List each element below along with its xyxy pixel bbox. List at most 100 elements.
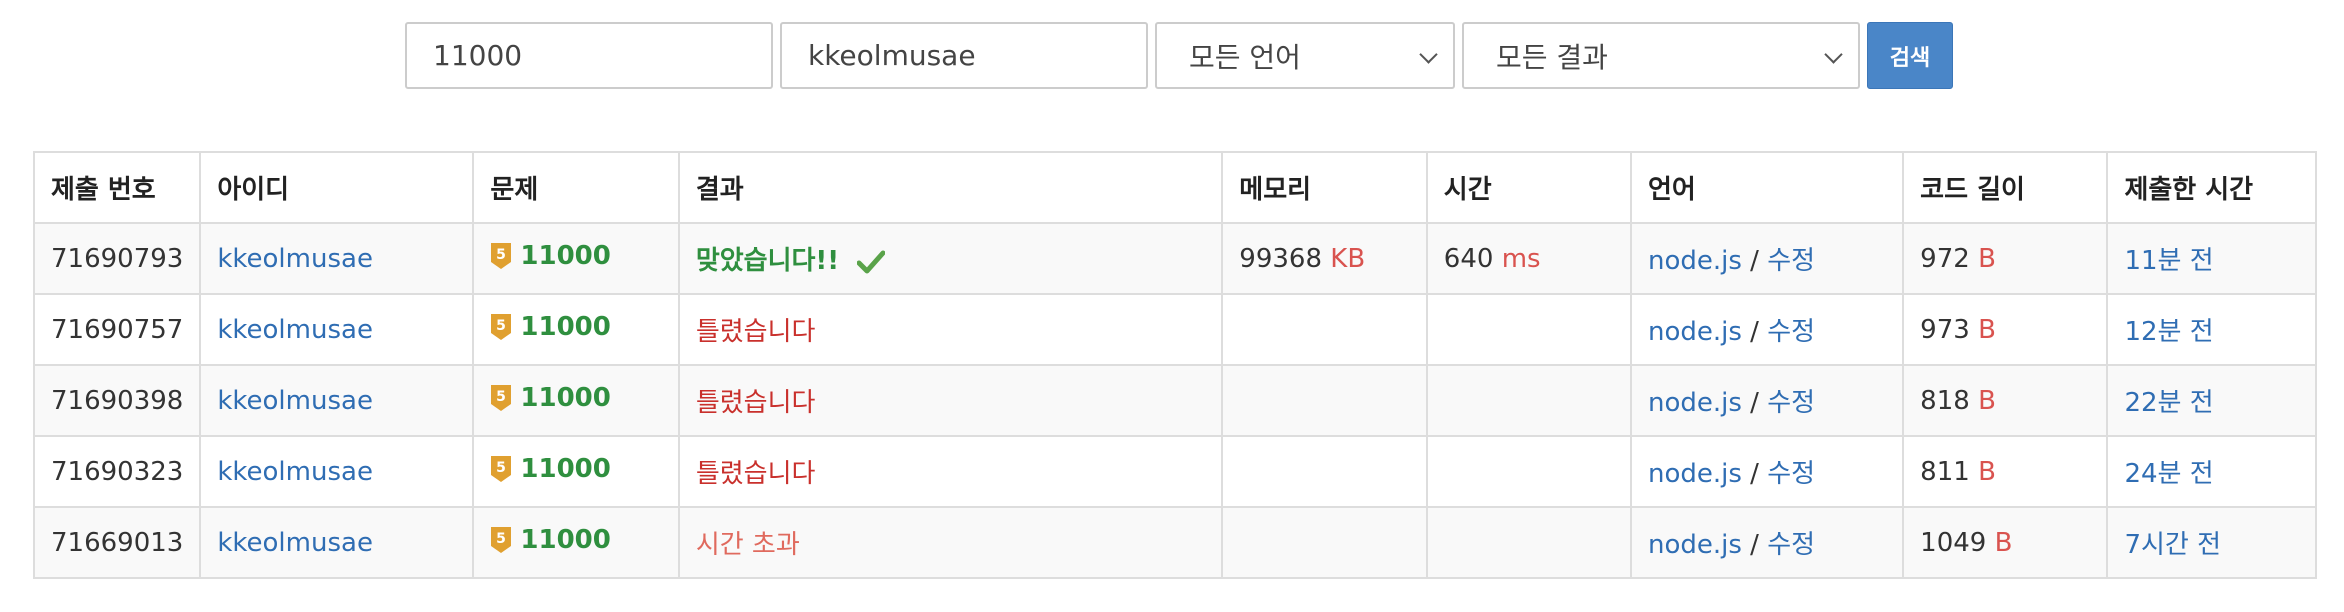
code-length-cell: 972 B [1902,222,2109,295]
submitted-at-link[interactable]: 24분 전 [2124,459,2213,489]
tier-level: 5 [497,247,507,263]
submitted-at-link[interactable]: 7시간 전 [2124,530,2221,560]
submission-id-cell: 71690757 [32,293,202,366]
code-length-value: 811 [1920,456,1970,487]
language-link[interactable]: node.js [1648,530,1742,560]
submitted-at-link[interactable]: 12분 전 [2124,317,2213,347]
user-id-input[interactable] [806,38,1122,73]
problem-id-field[interactable] [405,22,773,89]
code-length-unit: B [1978,456,1996,487]
header-submitted-at: 제출한 시간 [2106,151,2317,224]
submission-id-cell: 71669013 [32,506,202,579]
result-text: 틀렸습니다 [695,459,816,489]
language-select[interactable]: 모든 언어 [1155,22,1455,89]
code-length-unit: B [1994,527,2013,558]
submitted-at-link[interactable]: 22분 전 [2124,388,2213,418]
code-length-value: 973 [1920,314,1970,345]
table-row: 71690793 kkeolmusae 5 11000 맞았습니다!! 9936… [32,222,2317,295]
edit-link[interactable]: 수정 [1767,388,1815,418]
header-result: 결과 [677,151,1224,224]
user-id-link[interactable]: kkeolmusae [217,528,373,558]
code-length-value: 818 [1920,385,1970,416]
tier-level: 5 [497,389,507,405]
time-value: 640 [1443,243,1494,274]
code-length-unit: B [1978,385,1996,416]
user-id-cell: kkeolmusae [199,435,475,508]
result-text: 시간 초과 [695,530,800,560]
language-cell: node.js / 수정 [1629,293,1905,366]
language-separator: / [1750,246,1759,276]
time-cell [1425,435,1632,508]
user-id-cell: kkeolmusae [199,293,475,366]
problem-number: 11000 [520,382,611,413]
edit-link[interactable]: 수정 [1767,530,1815,560]
header-memory: 메모리 [1221,151,1428,224]
header-submission-id: 제출 번호 [32,151,202,224]
user-id-link[interactable]: kkeolmusae [217,457,373,487]
problem-link[interactable]: 5 11000 [490,453,611,484]
submission-id: 71690323 [51,456,184,487]
memory-cell [1221,293,1428,366]
language-link[interactable]: node.js [1648,459,1742,489]
search-button[interactable]: 검색 [1867,22,1953,89]
edit-link[interactable]: 수정 [1767,317,1815,347]
submitted-at-cell: 11분 전 [2106,222,2317,295]
user-id-link[interactable]: kkeolmusae [217,386,373,416]
problem-number: 11000 [520,453,611,484]
result-cell: 틀렸습니다 [677,435,1224,508]
code-length-unit: B [1978,314,1996,345]
submitted-at-cell: 24분 전 [2106,435,2317,508]
header-language: 언어 [1629,151,1905,224]
tier-level: 5 [497,531,507,547]
table-row: 71690323 kkeolmusae 5 11000 틀렸습니다 node.j… [32,435,2317,508]
chevron-down-icon [1824,45,1843,64]
user-id-field[interactable] [780,22,1148,89]
result-cell: 시간 초과 [677,506,1224,579]
memory-unit: KB [1330,243,1366,274]
problem-cell: 5 11000 [472,364,680,437]
memory-cell: 99368 KB [1221,222,1428,295]
submitted-at-cell: 7시간 전 [2106,506,2317,579]
user-id-link[interactable]: kkeolmusae [217,244,373,274]
memory-cell [1221,506,1428,579]
user-id-cell: kkeolmusae [199,506,475,579]
problem-link[interactable]: 5 11000 [490,241,611,271]
language-link[interactable]: node.js [1648,246,1742,276]
result-text: 틀렸습니다 [695,317,816,347]
edit-link[interactable]: 수정 [1767,246,1815,276]
problem-link[interactable]: 5 11000 [490,311,611,342]
language-link[interactable]: node.js [1648,388,1742,418]
problem-number: 11000 [520,311,611,342]
problem-cell: 5 11000 [472,435,680,508]
header-problem: 문제 [472,151,680,224]
result-select-value: 모든 결과 [1496,40,1608,74]
status-table: 제출 번호 아이디 문제 결과 메모리 시간 언어 코드 길이 제출한 시간 7… [32,151,2317,579]
memory-cell [1221,435,1428,508]
user-id-link[interactable]: kkeolmusae [217,315,373,345]
memory-value: 99368 [1239,243,1322,274]
user-id-cell: kkeolmusae [199,222,475,295]
problem-id-input[interactable] [431,38,747,73]
code-length-value: 1049 [1920,527,1987,558]
language-link[interactable]: node.js [1648,317,1742,347]
time-unit: ms [1501,243,1541,274]
header-user-id: 아이디 [199,151,475,224]
table-row: 71690757 kkeolmusae 5 11000 틀렸습니다 node.j… [32,293,2317,366]
time-cell [1425,364,1632,437]
search-bar: 모든 언어 모든 결과 검색 [405,22,1953,89]
language-cell: node.js / 수정 [1629,222,1905,295]
result-select[interactable]: 모든 결과 [1462,22,1860,89]
checkmark-icon [857,250,886,273]
chevron-down-icon [1419,45,1438,64]
code-length-cell: 1049 B [1902,506,2109,579]
language-separator: / [1750,459,1759,489]
table-row: 71669013 kkeolmusae 5 11000 시간 초과 node.j… [32,506,2317,579]
edit-link[interactable]: 수정 [1767,459,1815,489]
problem-link[interactable]: 5 11000 [490,382,611,413]
tier-level: 5 [497,460,507,476]
result-cell: 틀렸습니다 [677,364,1224,437]
submitted-at-link[interactable]: 11분 전 [2124,246,2213,276]
problem-link[interactable]: 5 11000 [490,525,611,555]
submission-id-cell: 71690398 [32,364,202,437]
time-cell: 640 ms [1425,222,1632,295]
